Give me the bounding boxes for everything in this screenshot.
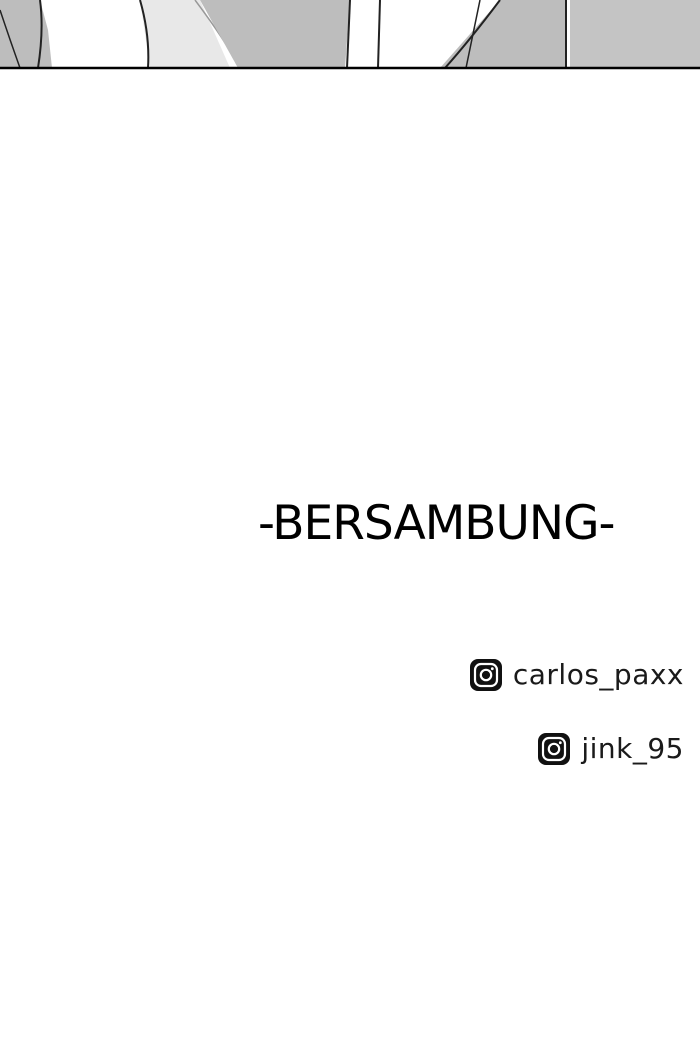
comic-page: -BERSAMBUNG- carlos_paxx jink_95 bbox=[0, 0, 700, 1047]
instagram-handle: carlos_paxx bbox=[512, 658, 684, 691]
instagram-icon bbox=[469, 658, 503, 692]
continuation-text: -BERSAMBUNG- bbox=[258, 496, 615, 551]
instagram-icon bbox=[537, 732, 571, 766]
instagram-handle: jink_95 bbox=[581, 732, 684, 765]
comic-panel-fragment bbox=[0, 0, 700, 70]
credit-jink: jink_95 bbox=[537, 732, 684, 766]
credit-carlos: carlos_paxx bbox=[469, 658, 684, 692]
